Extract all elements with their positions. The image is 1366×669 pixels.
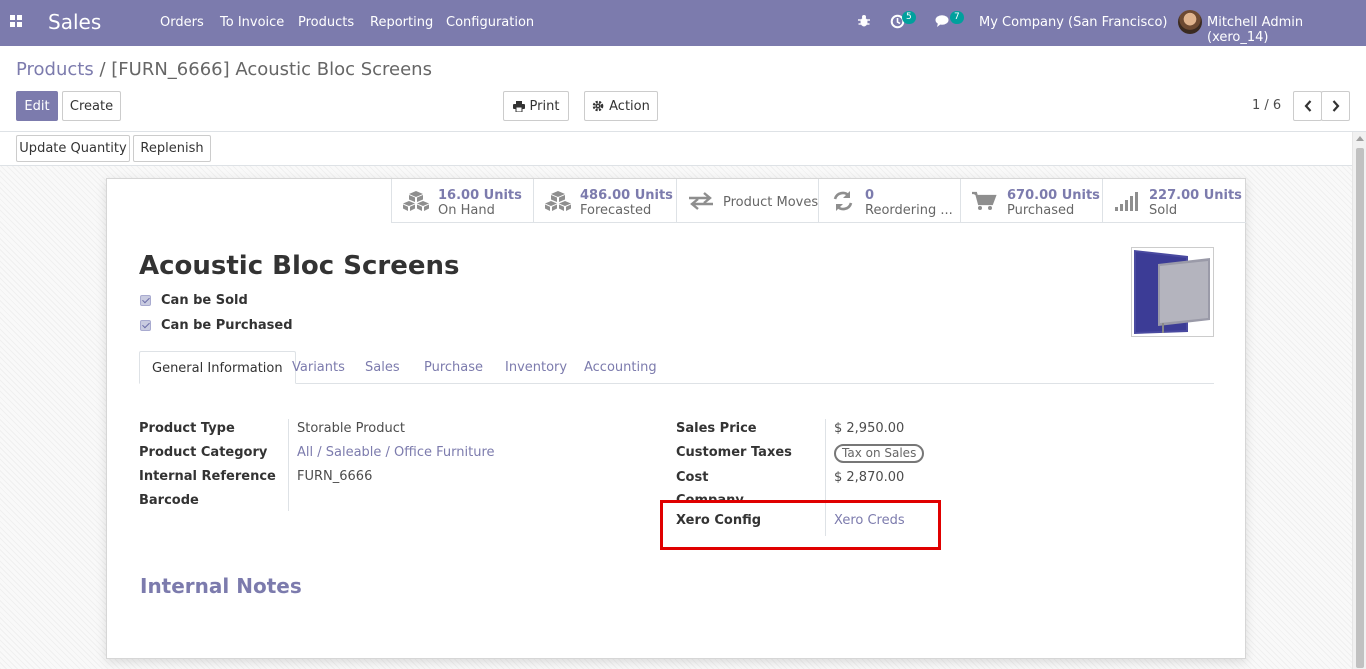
tab-inventory[interactable]: Inventory [505, 351, 567, 384]
user-avatar[interactable] [1178, 10, 1202, 34]
smart-button-reordering[interactable]: 0 Reordering ... [818, 179, 960, 223]
form-tabs: General Information Variants Sales Purch… [139, 351, 1214, 384]
chevron-right-icon [1332, 100, 1339, 112]
tab-accounting[interactable]: Accounting [584, 351, 657, 384]
refresh-icon [833, 191, 853, 211]
customer-taxes-label: Customer Taxes [676, 445, 792, 460]
product-image[interactable] [1131, 247, 1214, 337]
create-button[interactable]: Create [62, 91, 121, 121]
action-label: Action [609, 98, 650, 114]
form-sheet: 16.00 Units On Hand 486.00 Units Forecas… [106, 178, 1246, 659]
gear-icon [592, 100, 604, 112]
cubes-icon [545, 191, 571, 211]
messages-icon[interactable]: 7 [935, 11, 964, 33]
user-menu[interactable]: Mitchell Admin (xero_14) [1207, 15, 1366, 45]
menu-reporting[interactable]: Reporting [370, 15, 433, 30]
forecasted-label: Forecasted [580, 203, 652, 218]
company-switcher[interactable]: My Company (San Francisco) [979, 15, 1167, 30]
smart-button-on-hand[interactable]: 16.00 Units On Hand [391, 179, 534, 223]
smart-button-purchased[interactable]: 670.00 Units Purchased [960, 179, 1102, 223]
breadcrumb-separator: / [99, 59, 106, 80]
product-moves-label: Product Moves [723, 195, 819, 210]
breadcrumb-current: [FURN_6666] Acoustic Bloc Screens [111, 59, 432, 80]
barcode-label: Barcode [139, 493, 199, 508]
shopping-cart-icon [972, 191, 997, 210]
replenish-button[interactable]: Replenish [133, 135, 211, 162]
tax-on-sales-tag[interactable]: Tax on Sales [834, 444, 925, 463]
exchange-icon [689, 192, 713, 210]
sold-label: Sold [1149, 203, 1178, 218]
activity-badge: 5 [902, 11, 916, 24]
reordering-label: Reordering ... [865, 203, 953, 218]
reordering-value: 0 [865, 188, 875, 203]
vertical-scrollbar[interactable] [1352, 132, 1366, 669]
highlight-annotation-box [660, 500, 941, 550]
edit-button[interactable]: Edit [16, 91, 58, 121]
print-button[interactable]: Print [503, 91, 569, 121]
app-name[interactable]: Sales [48, 10, 101, 34]
scroll-up-icon[interactable] [1356, 136, 1364, 141]
menu-configuration[interactable]: Configuration [446, 15, 534, 30]
cubes-icon [403, 191, 429, 211]
chevron-left-icon [1304, 100, 1311, 112]
bug-icon[interactable] [857, 14, 871, 32]
breadcrumb: Products / [FURN_6666] Acoustic Bloc Scr… [16, 59, 432, 80]
action-button[interactable]: Action [584, 91, 658, 121]
can-be-sold-checkbox[interactable] [140, 295, 151, 306]
pager-next-button[interactable] [1321, 91, 1350, 121]
purchased-label: Purchased [1007, 203, 1075, 218]
pager-value: 1 / 6 [1252, 98, 1282, 113]
tab-variants[interactable]: Variants [292, 351, 345, 384]
tab-general-information[interactable]: General Information [139, 351, 296, 384]
smart-button-sold[interactable]: 227.00 Units Sold [1102, 179, 1246, 223]
internal-reference-label: Internal Reference [139, 469, 276, 484]
internal-reference-field[interactable]: FURN_6666 [297, 469, 372, 484]
product-category-field[interactable]: All / Saleable / Office Furniture [297, 445, 495, 460]
sales-price-label: Sales Price [676, 421, 757, 436]
tab-sales[interactable]: Sales [365, 351, 400, 384]
print-icon [512, 100, 525, 112]
can-be-purchased-label: Can be Purchased [161, 318, 293, 333]
forecasted-value: 486.00 Units [580, 188, 673, 203]
on-hand-label: On Hand [438, 203, 495, 218]
pager-previous-button[interactable] [1293, 91, 1322, 121]
update-quantity-button[interactable]: Update Quantity [16, 135, 130, 162]
can-be-sold-label: Can be Sold [161, 293, 248, 308]
breadcrumb-products[interactable]: Products [16, 59, 94, 80]
sold-value: 227.00 Units [1149, 188, 1242, 203]
print-label: Print [529, 98, 560, 114]
product-category-label: Product Category [139, 445, 268, 460]
product-name[interactable]: Acoustic Bloc Screens [139, 251, 459, 281]
menu-products[interactable]: Products [298, 15, 354, 30]
tab-purchase[interactable]: Purchase [424, 351, 483, 384]
cost-label: Cost [676, 470, 709, 485]
sales-price-field[interactable]: $ 2,950.00 [834, 421, 904, 436]
internal-notes-title: Internal Notes [140, 574, 302, 598]
messages-badge: 7 [950, 11, 964, 24]
smart-button-forecasted[interactable]: 486.00 Units Forecasted [533, 179, 676, 223]
product-type-label: Product Type [139, 421, 235, 436]
menu-orders[interactable]: Orders [160, 15, 204, 30]
product-type-field[interactable]: Storable Product [297, 421, 405, 436]
purchased-value: 670.00 Units [1007, 188, 1100, 203]
activity-icon[interactable]: 5 [890, 11, 916, 33]
form-statusbar: Update Quantity Replenish [0, 132, 1352, 166]
top-navbar: Sales Orders To Invoice Products Reporti… [0, 0, 1366, 46]
signal-icon [1115, 192, 1138, 211]
cost-field[interactable]: $ 2,870.00 [834, 470, 904, 485]
can-be-purchased-checkbox[interactable] [140, 320, 151, 331]
left-group-separator [288, 419, 289, 511]
menu-to-invoice[interactable]: To Invoice [220, 15, 284, 30]
scroll-thumb[interactable] [1356, 148, 1364, 668]
smart-button-product-moves[interactable]: Product Moves [676, 179, 818, 223]
apps-menu-icon[interactable] [10, 15, 24, 29]
on-hand-value: 16.00 Units [438, 188, 522, 203]
